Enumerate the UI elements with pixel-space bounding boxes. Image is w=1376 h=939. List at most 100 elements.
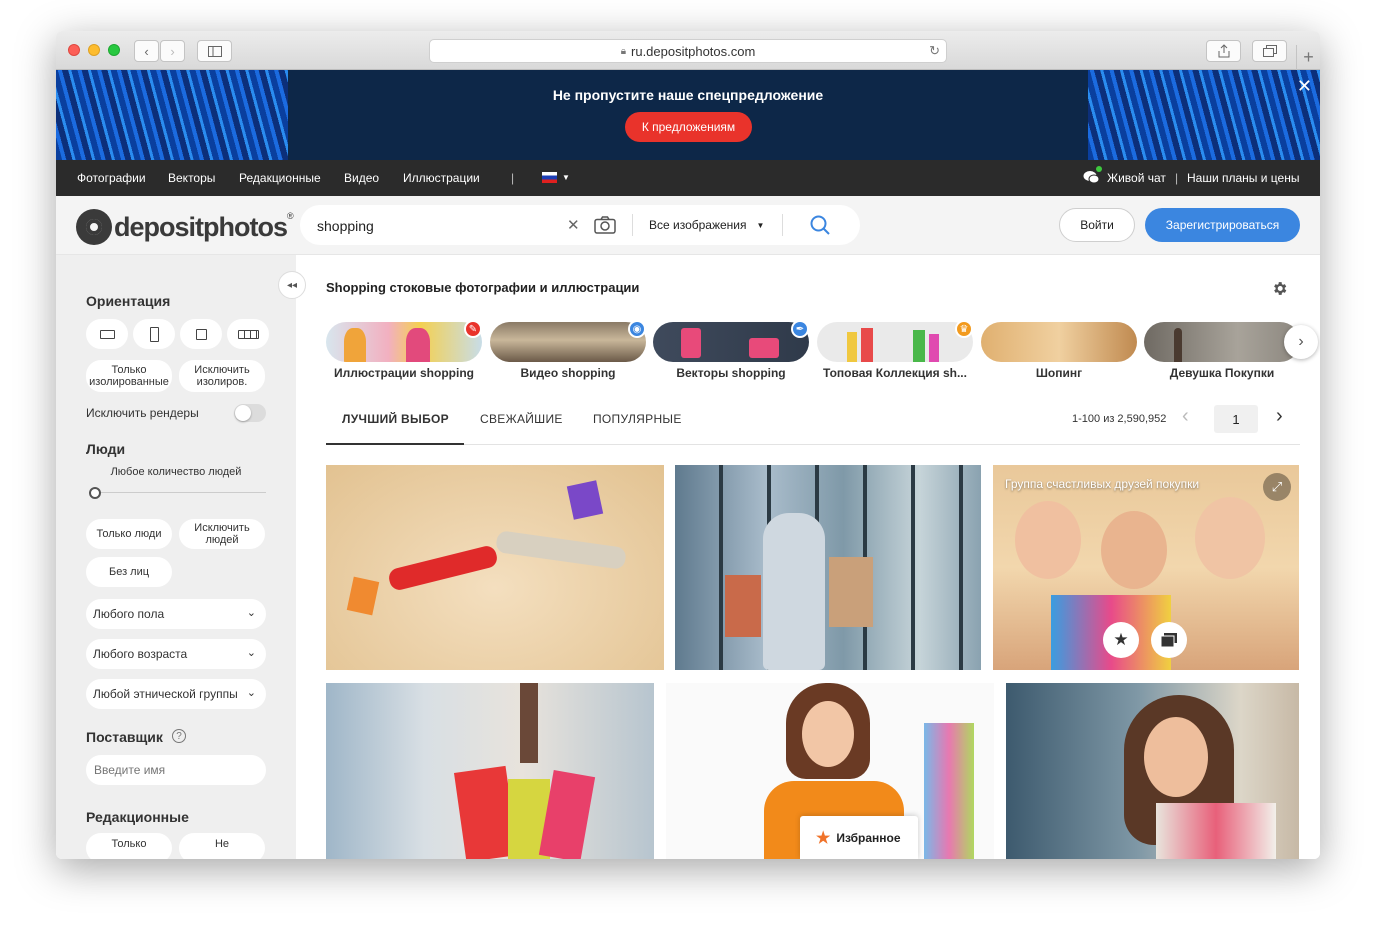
category-chip-illustrations[interactable] — [326, 322, 482, 362]
result-photo-woman-bags[interactable] — [675, 465, 981, 670]
back-button[interactable]: ‹ — [134, 40, 159, 62]
tabs-divider — [326, 444, 1300, 445]
prev-page-button[interactable]: ‹ — [1182, 405, 1189, 428]
exclude-people-button[interactable]: Исключить людей — [179, 519, 265, 549]
orientation-horizontal-button[interactable] — [86, 319, 128, 349]
clear-search-icon[interactable]: ✕ — [567, 216, 580, 234]
collapse-sidebar-button[interactable]: ◂◂ — [278, 271, 306, 299]
photo-bags — [1156, 803, 1276, 859]
gender-select[interactable]: Любого пола ⌄ — [86, 599, 266, 629]
editorial-not-button[interactable]: Не — [179, 833, 265, 859]
result-photo-bags-in-hand[interactable] — [326, 683, 654, 859]
share-button[interactable] — [1206, 40, 1241, 62]
similar-images-icon[interactable] — [1151, 622, 1187, 658]
supplier-input[interactable] — [86, 755, 266, 785]
banner-cta-button[interactable]: К предложениям — [625, 112, 752, 142]
double-chevron-left-icon: ◂◂ — [286, 279, 298, 291]
exclude-isolated-button[interactable]: Исключить изолиров. — [179, 360, 265, 392]
category-chip-video[interactable] — [490, 322, 646, 362]
minimize-window-button[interactable] — [88, 44, 100, 56]
tab-popular[interactable]: ПОПУЛЯРНЫЕ — [593, 412, 682, 426]
category-chip-top-collection[interactable] — [817, 322, 973, 362]
only-isolated-button[interactable]: Только изолированные — [86, 360, 172, 392]
category-chip-vectors[interactable] — [653, 322, 809, 362]
image-type-dropdown[interactable]: Все изображения ▼ — [649, 218, 764, 232]
chat-icon[interactable] — [1083, 166, 1102, 184]
live-chat-link[interactable]: Живой чат — [1107, 171, 1166, 185]
result-photo-flying-couple[interactable] — [326, 465, 664, 670]
sidebar-icon — [207, 45, 222, 57]
people-count-slider[interactable] — [89, 487, 266, 499]
result-photo-woman-smiling[interactable] — [1006, 683, 1299, 859]
editorial-only-button[interactable]: Только — [86, 833, 172, 859]
next-page-button[interactable]: › — [1276, 405, 1283, 428]
logo-text: depositphotos — [114, 211, 288, 242]
category-chip-shopping[interactable] — [981, 322, 1137, 362]
search-divider — [782, 214, 783, 236]
promo-banner: Не пропустите наше спецпредложение К пре… — [56, 70, 1320, 160]
image-type-value: Все изображения — [649, 218, 747, 232]
nav-illustrations[interactable]: Иллюстрации — [403, 171, 480, 185]
zoom-window-button[interactable] — [108, 44, 120, 56]
orientation-square-button[interactable] — [180, 319, 222, 349]
exclude-renders-toggle[interactable] — [234, 404, 266, 422]
sidebar-toggle-button[interactable] — [197, 40, 232, 62]
share-icon — [1218, 44, 1229, 58]
tabs-overview-button[interactable] — [1252, 40, 1287, 62]
register-button[interactable]: Зарегистрироваться — [1145, 208, 1300, 242]
address-bar[interactable]: 🔒︎ ru.depositphotos.com ↻ — [429, 39, 947, 63]
help-icon[interactable]: ? — [172, 729, 186, 743]
page-number-input[interactable]: 1 — [1214, 405, 1258, 433]
new-tab-button[interactable]: + — [1296, 45, 1320, 70]
photo-figure-woman — [386, 544, 500, 592]
vector-thumbnail-cart — [749, 338, 779, 358]
settings-gear-icon[interactable] — [1271, 280, 1288, 297]
orientation-vertical-button[interactable] — [133, 319, 175, 349]
photo-figure-man — [495, 530, 627, 570]
only-people-button[interactable]: Только люди — [86, 519, 172, 549]
result-photo-woman-orange[interactable]: ★ Избранное — [666, 683, 994, 859]
login-button[interactable]: Войти — [1059, 208, 1135, 242]
nav-video[interactable]: Видео — [344, 171, 379, 185]
nav-photos[interactable]: Фотографии — [77, 171, 146, 185]
category-chip-girl-shopping[interactable] — [1144, 322, 1300, 362]
russian-flag-icon — [542, 172, 557, 183]
close-window-button[interactable] — [68, 44, 80, 56]
site-logo[interactable]: depositphotos ® — [76, 209, 294, 245]
favorites-popup[interactable]: ★ Избранное — [800, 816, 918, 859]
chevron-left-icon: ‹ — [144, 43, 149, 59]
forward-button[interactable]: › — [160, 40, 185, 62]
orientation-panorama-button[interactable] — [227, 319, 269, 349]
photo-bag-orange — [346, 576, 380, 616]
chevron-left-icon: ‹ — [1182, 405, 1189, 427]
reload-icon[interactable]: ↻ — [929, 43, 940, 59]
chevron-down-icon: ⌄ — [246, 647, 256, 659]
category-label-top-collection[interactable]: Топовая Коллекция sh... — [817, 366, 973, 380]
category-label-shopping[interactable]: Шопинг — [981, 366, 1137, 380]
square-icon — [195, 328, 207, 340]
tab-newest[interactable]: СВЕЖАЙШИЕ — [480, 412, 563, 426]
category-label-vectors[interactable]: Векторы shopping — [653, 366, 809, 380]
camera-search-icon[interactable] — [594, 216, 616, 234]
ethnicity-select[interactable]: Любой этнической группы ⌄ — [86, 679, 266, 709]
language-selector[interactable]: ▼ — [542, 172, 570, 183]
panorama-icon — [237, 329, 259, 339]
search-input[interactable]: shopping — [317, 218, 374, 234]
category-label-video[interactable]: Видео shopping — [490, 366, 646, 380]
plans-pricing-link[interactable]: Наши планы и цены — [1187, 171, 1299, 185]
result-photo-happy-friends[interactable]: Группа счастливых друзей покупки ⤢ ★ — [993, 465, 1299, 670]
age-select[interactable]: Любого возраста ⌄ — [86, 639, 266, 669]
banner-close-icon[interactable]: ✕ — [1297, 76, 1312, 97]
no-faces-button[interactable]: Без лиц — [86, 557, 172, 587]
nav-vectors[interactable]: Векторы — [168, 171, 215, 185]
tab-best-match[interactable]: ЛУЧШИЙ ВЫБОР — [342, 412, 449, 426]
chevron-down-icon: ⌄ — [246, 687, 256, 699]
nav-editorial[interactable]: Редакционные — [239, 171, 321, 185]
add-favorite-icon[interactable]: ★ — [1103, 622, 1139, 658]
category-label-girl-shopping[interactable]: Девушка Покупки — [1144, 366, 1300, 380]
slider-handle[interactable] — [89, 487, 101, 499]
categories-next-button[interactable]: › — [1284, 325, 1318, 359]
expand-icon[interactable]: ⤢ — [1263, 473, 1291, 501]
category-label-illustrations[interactable]: Иллюстрации shopping — [326, 366, 482, 380]
search-icon[interactable] — [810, 215, 830, 235]
